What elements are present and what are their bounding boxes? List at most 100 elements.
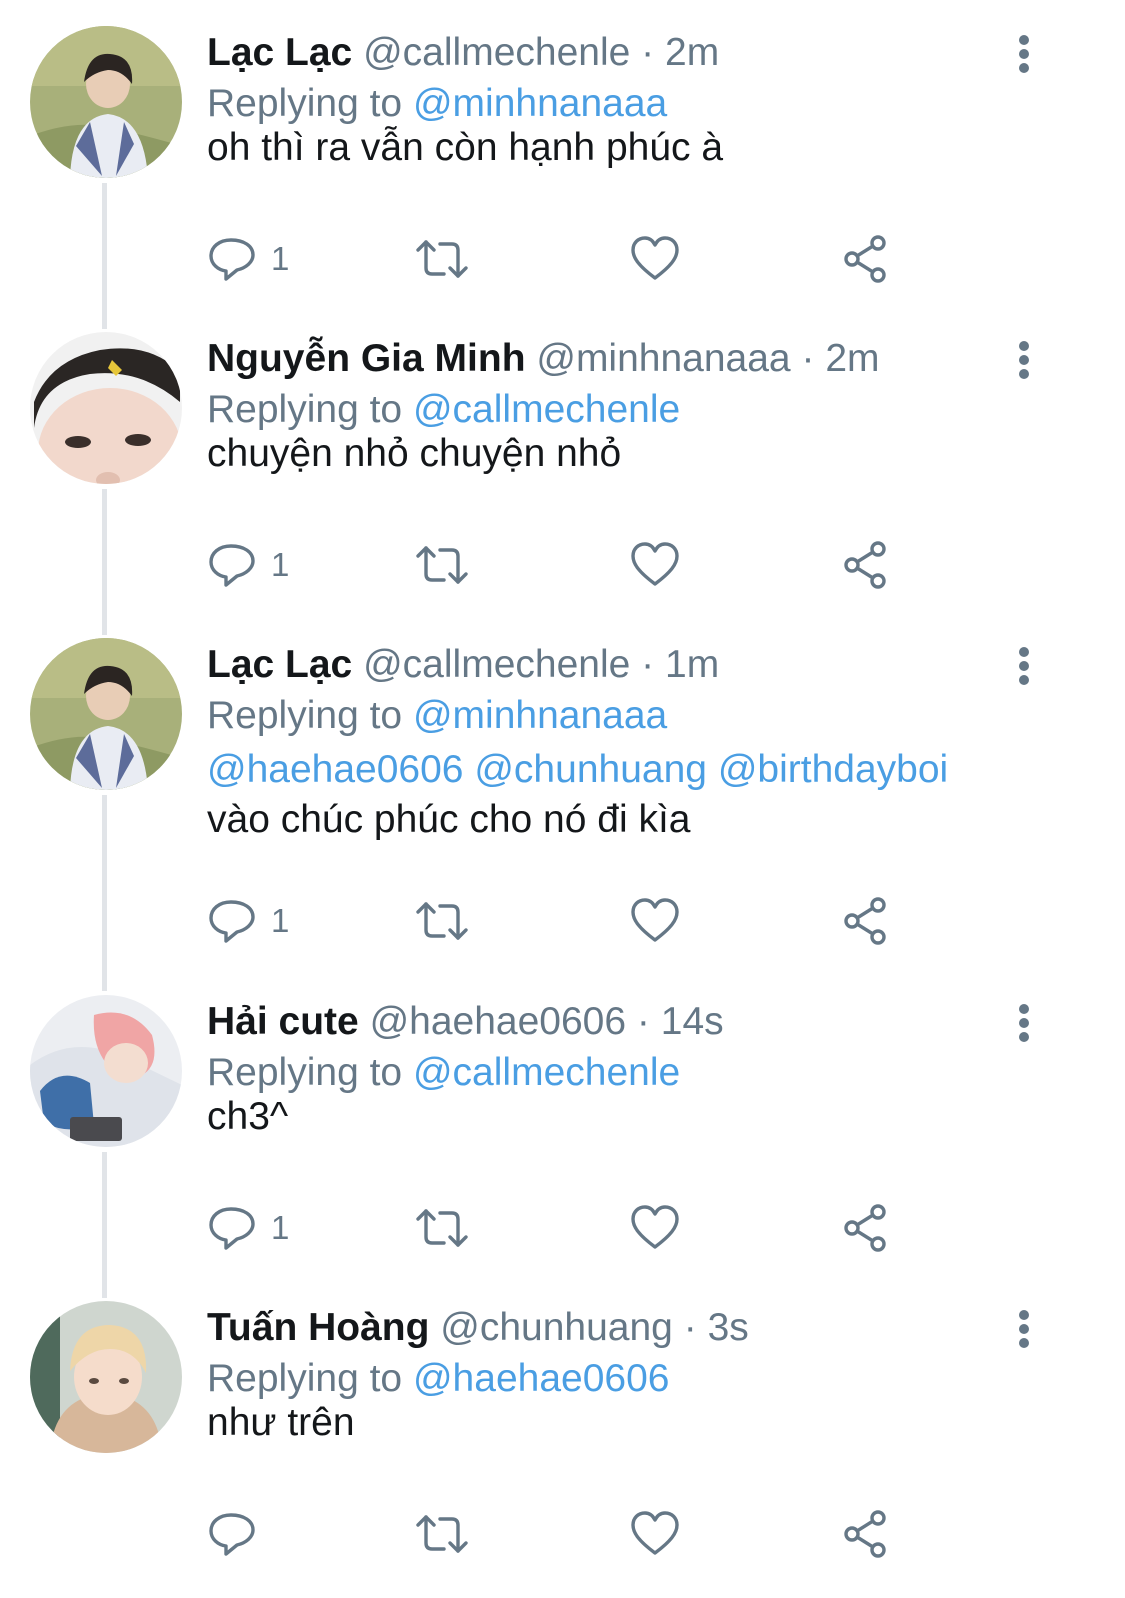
tweet-actions: 1 xyxy=(207,535,907,595)
mention-link[interactable]: @haehae0606 xyxy=(207,748,464,791)
heart-icon xyxy=(631,898,679,942)
avatar[interactable] xyxy=(30,638,182,790)
more-vertical-icon xyxy=(1019,1310,1029,1348)
share-button[interactable] xyxy=(840,891,892,951)
replying-to-link[interactable]: @minhnanaaa xyxy=(413,694,667,737)
avatar-photo xyxy=(30,332,182,484)
tweet-actions xyxy=(207,1504,907,1564)
separator: · xyxy=(641,31,655,74)
tweet-text: oh thì ra vẫn còn hạnh phúc à xyxy=(207,126,724,169)
reply-count: 1 xyxy=(271,240,290,277)
user-handle[interactable]: @haehae0606 xyxy=(370,1000,627,1043)
like-button[interactable] xyxy=(629,1198,681,1258)
reply-button[interactable]: 1 xyxy=(207,535,289,595)
tweet-actions: 1 xyxy=(207,1198,907,1258)
retweet-icon xyxy=(416,1515,468,1553)
more-button[interactable] xyxy=(1004,336,1044,386)
replying-to: Replying to @minhnanaaa xyxy=(207,691,667,741)
display-name[interactable]: Nguyễn Gia Minh xyxy=(207,337,526,380)
mention-link[interactable]: @chunhuang xyxy=(474,748,707,791)
replying-to: Replying to @minhnanaaa xyxy=(207,79,667,129)
retweet-button[interactable] xyxy=(412,229,472,289)
timestamp[interactable]: 14s xyxy=(661,1000,724,1043)
more-vertical-icon xyxy=(1019,35,1029,73)
reply-count: 1 xyxy=(271,546,290,583)
separator: · xyxy=(801,337,815,380)
share-icon xyxy=(844,235,886,283)
more-button[interactable] xyxy=(1004,642,1044,692)
reply-icon xyxy=(209,544,255,587)
reply-icon xyxy=(209,1513,255,1556)
replying-to-label: Replying to xyxy=(207,82,403,125)
more-vertical-icon xyxy=(1019,647,1029,685)
retweet-button[interactable] xyxy=(412,1198,472,1258)
reply-count: 1 xyxy=(271,1209,290,1246)
reply-button[interactable] xyxy=(207,1504,271,1564)
avatar[interactable] xyxy=(30,26,182,178)
tweet-header: Nguyễn Gia Minh @minhnanaaa · 2m xyxy=(207,334,880,384)
more-button[interactable] xyxy=(1004,30,1044,80)
user-handle[interactable]: @minhnanaaa xyxy=(536,337,790,380)
display-name[interactable]: Lạc Lạc xyxy=(207,643,352,686)
tweet[interactable]: Lạc Lạc @callmechenle · 2m Replying to @… xyxy=(0,0,1125,306)
separator: · xyxy=(636,1000,650,1043)
reply-button[interactable]: 1 xyxy=(207,229,289,289)
heart-icon xyxy=(631,236,679,280)
retweet-button[interactable] xyxy=(412,891,472,951)
more-button[interactable] xyxy=(1004,1305,1044,1355)
reply-button[interactable]: 1 xyxy=(207,891,289,951)
share-button[interactable] xyxy=(840,535,892,595)
retweet-icon xyxy=(416,546,468,584)
avatar-photo xyxy=(30,638,182,790)
tweet[interactable]: Tuấn Hoàng @chunhuang · 3s Replying to @… xyxy=(0,1275,1125,1598)
reply-icon xyxy=(209,238,255,281)
like-button[interactable] xyxy=(629,1504,681,1564)
display-name[interactable]: Lạc Lạc xyxy=(207,31,352,74)
user-handle[interactable]: @chunhuang xyxy=(440,1306,673,1349)
replying-to-label: Replying to xyxy=(207,1357,403,1400)
reply-icon xyxy=(209,900,255,943)
timestamp[interactable]: 2m xyxy=(665,31,719,74)
like-button[interactable] xyxy=(629,891,681,951)
reply-button[interactable]: 1 xyxy=(207,1198,289,1258)
tweet[interactable]: Nguyễn Gia Minh @minhnanaaa · 2m Replyin… xyxy=(0,306,1125,612)
replying-to-label: Replying to xyxy=(207,1051,403,1094)
replying-to: Replying to @haehae0606 xyxy=(207,1354,669,1404)
mention-link[interactable]: @birthdayboi xyxy=(718,748,948,791)
display-name[interactable]: Hải cute xyxy=(207,1000,359,1043)
timestamp[interactable]: 2m xyxy=(825,337,879,380)
tweet-text: @haehae0606 @chunhuang @birthdayboi vào … xyxy=(207,745,948,845)
heart-icon xyxy=(631,542,679,586)
avatar[interactable] xyxy=(30,1301,182,1453)
heart-icon xyxy=(631,1205,679,1249)
tweet[interactable]: Hải cute @haehae0606 · 14s Replying to @… xyxy=(0,969,1125,1275)
retweet-button[interactable] xyxy=(412,1504,472,1564)
timestamp[interactable]: 3s xyxy=(708,1306,749,1349)
tweet[interactable]: Lạc Lạc @callmechenle · 1m Replying to @… xyxy=(0,612,1125,969)
share-button[interactable] xyxy=(840,1198,892,1258)
heart-icon xyxy=(631,1511,679,1555)
share-icon xyxy=(844,897,886,945)
more-vertical-icon xyxy=(1019,1004,1029,1042)
share-button[interactable] xyxy=(840,229,892,289)
tweet-text: chuyện nhỏ chuyện nhỏ xyxy=(207,432,622,475)
avatar[interactable] xyxy=(30,995,182,1147)
retweet-button[interactable] xyxy=(412,535,472,595)
like-button[interactable] xyxy=(629,535,681,595)
tweet-header: Tuấn Hoàng @chunhuang · 3s xyxy=(207,1303,749,1353)
more-button[interactable] xyxy=(1004,999,1044,1049)
avatar[interactable] xyxy=(30,332,182,484)
tweet-actions: 1 xyxy=(207,229,907,289)
reply-icon xyxy=(209,1207,255,1250)
user-handle[interactable]: @callmechenle xyxy=(363,31,630,74)
timestamp[interactable]: 1m xyxy=(665,643,719,686)
user-handle[interactable]: @callmechenle xyxy=(363,643,630,686)
replying-to-link[interactable]: @minhnanaaa xyxy=(413,82,667,125)
replying-to-link[interactable]: @callmechenle xyxy=(413,388,680,431)
replying-to-link[interactable]: @haehae0606 xyxy=(413,1357,670,1400)
share-button[interactable] xyxy=(840,1504,892,1564)
replying-to-link[interactable]: @callmechenle xyxy=(413,1051,680,1094)
display-name[interactable]: Tuấn Hoàng xyxy=(207,1306,429,1349)
like-button[interactable] xyxy=(629,229,681,289)
share-icon xyxy=(844,541,886,589)
